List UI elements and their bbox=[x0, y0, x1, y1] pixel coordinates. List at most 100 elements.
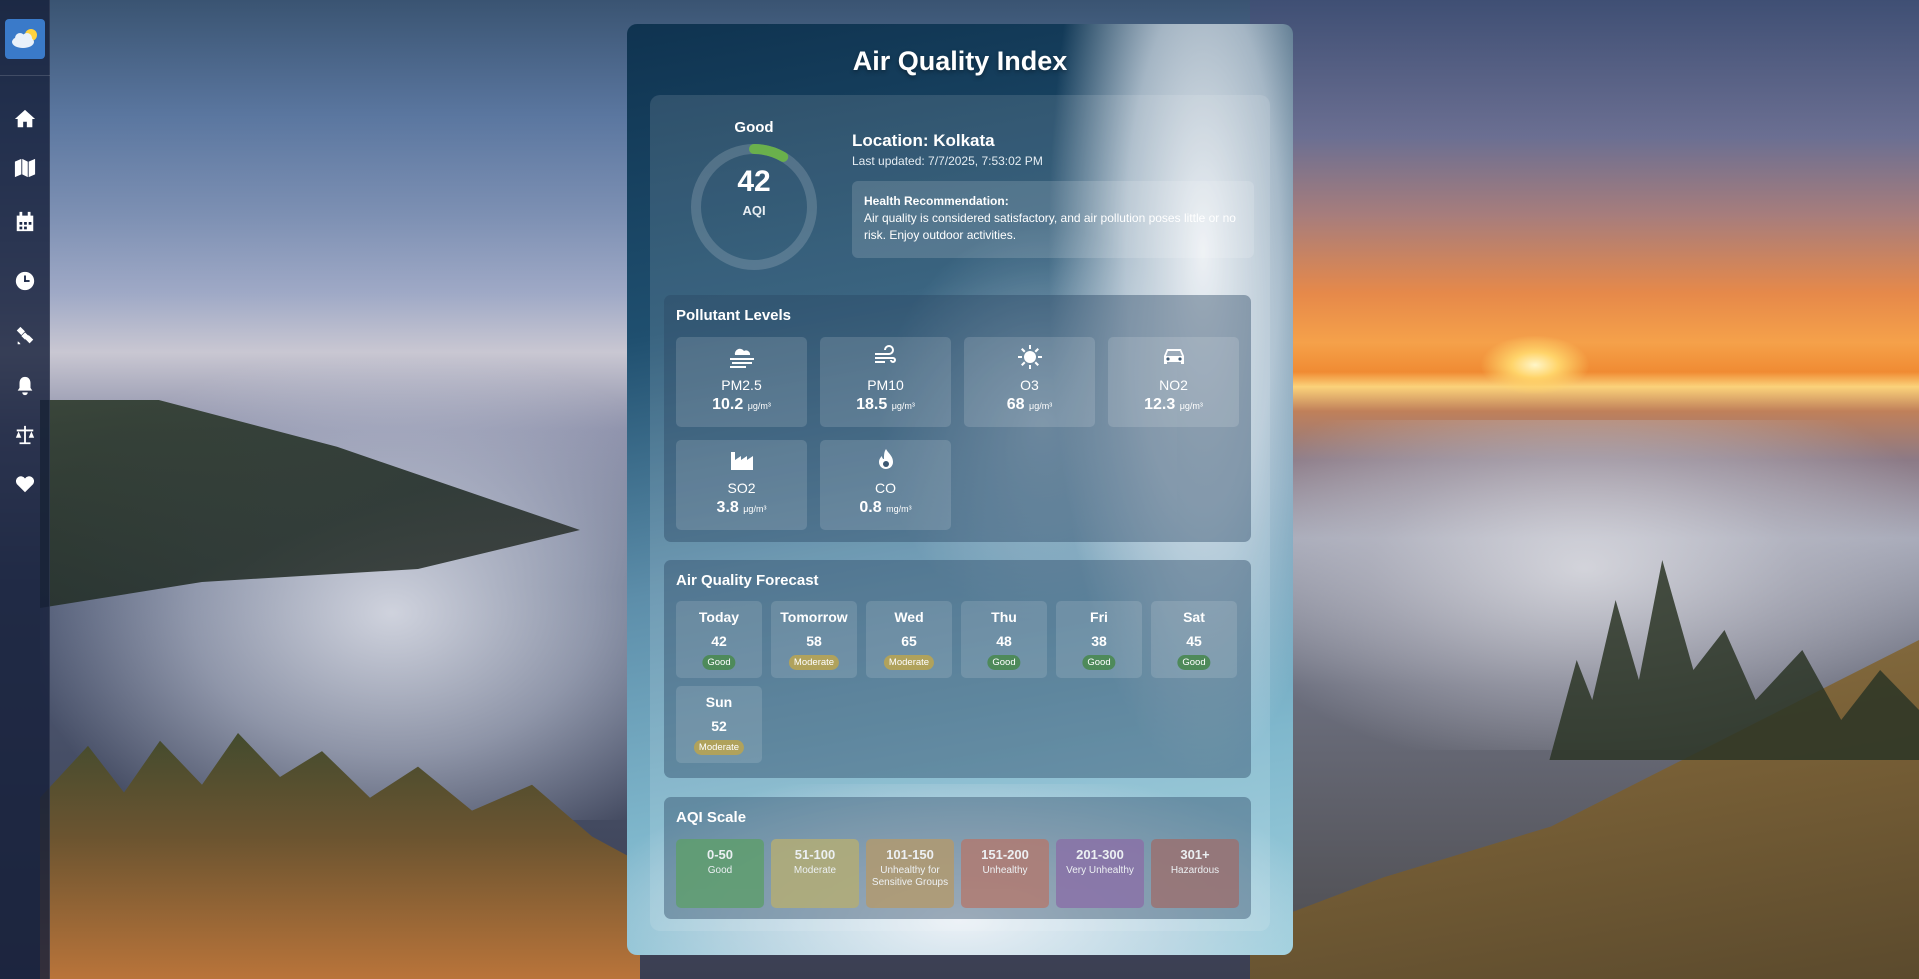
aqi-status: Good bbox=[734, 119, 774, 136]
aqi-card: Good 42 AQI Location: Kolkata Last updat… bbox=[650, 95, 1270, 931]
forecast-status-badge: Moderate bbox=[693, 740, 745, 755]
pollutant-tile: PM2.5 10.2 μg/m³ bbox=[676, 337, 807, 427]
scale-level-tile: 201-300 Very Unhealthy bbox=[1056, 839, 1144, 908]
pollutant-value: 18.5 μg/m³ bbox=[856, 396, 915, 413]
scale-label: Hazardous bbox=[1170, 865, 1220, 876]
pollutant-levels-section: Pollutant Levels PM2.5 10.2 μg/m³ PM10 1… bbox=[664, 295, 1251, 542]
sidebar-item-history[interactable] bbox=[0, 263, 50, 299]
forecast-day: Sun bbox=[705, 694, 733, 710]
forecast-day: Tomorrow bbox=[780, 609, 848, 625]
aqi-scale-title: AQI Scale bbox=[676, 809, 747, 826]
pollutant-tile: PM10 18.5 μg/m³ bbox=[820, 337, 951, 427]
scale-level-tile: 101-150 Unhealthy for Sensitive Groups bbox=[866, 839, 954, 908]
forecast-section: Air Quality Forecast Today 42 Good Tomor… bbox=[664, 560, 1251, 778]
scale-range: 101-150 bbox=[886, 847, 934, 862]
forecast-value: 42 bbox=[711, 633, 727, 649]
pollutant-tile: O3 68 μg/m³ bbox=[964, 337, 1095, 427]
health-recommendation: Health Recommendation: Air quality is co… bbox=[852, 181, 1254, 258]
clock-icon bbox=[15, 271, 35, 291]
pollutant-value: 3.8 μg/m³ bbox=[716, 499, 767, 516]
sidebar-divider bbox=[0, 75, 50, 76]
pollutant-value: 68 μg/m³ bbox=[1006, 396, 1053, 413]
pollutant-name: CO bbox=[875, 480, 896, 496]
sidebar-item-favorites[interactable] bbox=[0, 466, 50, 502]
scale-level-tile: 0-50 Good bbox=[676, 839, 764, 908]
forecast-day-tile: Today 42 Good bbox=[676, 601, 762, 678]
forecast-status-badge: Moderate bbox=[788, 655, 840, 670]
weather-cloud-sun-icon bbox=[12, 29, 37, 48]
last-updated: Last updated: 7/7/2025, 7:53:02 PM bbox=[852, 154, 1043, 168]
pollutant-value: 0.8 mg/m³ bbox=[859, 499, 912, 516]
pollutant-value: 10.2 μg/m³ bbox=[712, 396, 771, 413]
forecast-value: 65 bbox=[901, 633, 917, 649]
page-title: Air Quality Index bbox=[852, 46, 1068, 76]
pollutant-name: O3 bbox=[1020, 377, 1039, 393]
scale-balance-icon bbox=[15, 425, 35, 445]
forecast-day: Fri bbox=[1090, 609, 1108, 625]
sidebar-item-calendar[interactable] bbox=[0, 204, 50, 240]
sidebar-item-map[interactable] bbox=[0, 150, 50, 186]
forecast-value: 58 bbox=[806, 633, 822, 649]
scale-level-tile: 51-100 Moderate bbox=[771, 839, 859, 908]
forecast-status-badge: Good bbox=[987, 655, 1021, 670]
sidebar-item-satellite[interactable] bbox=[0, 318, 50, 354]
forecast-title: Air Quality Forecast bbox=[676, 572, 819, 589]
forecast-day: Thu bbox=[991, 609, 1017, 625]
scale-level-tile: 301+ Hazardous bbox=[1151, 839, 1239, 908]
scale-label: Unhealthy bbox=[982, 865, 1028, 876]
forecast-day: Today bbox=[698, 609, 740, 625]
pollutant-levels-title: Pollutant Levels bbox=[676, 307, 792, 324]
forecast-value: 52 bbox=[711, 718, 727, 734]
forecast-value: 45 bbox=[1186, 633, 1202, 649]
forecast-day: Wed bbox=[894, 609, 924, 625]
app-logo[interactable] bbox=[5, 19, 45, 59]
fire-icon bbox=[878, 449, 893, 469]
scale-range: 51-100 bbox=[794, 847, 836, 862]
car-icon bbox=[1163, 349, 1184, 364]
scale-level-tile: 151-200 Unhealthy bbox=[961, 839, 1049, 908]
wind-icon bbox=[874, 345, 896, 363]
calendar-icon bbox=[16, 211, 34, 232]
forecast-day-tile: Thu 48 Good bbox=[961, 601, 1047, 678]
pollutant-value: 12.3 μg/m³ bbox=[1144, 396, 1203, 413]
location-label: Location: Kolkata bbox=[852, 131, 995, 150]
aqi-scale-section: AQI Scale 0-50 Good 51-100 Moderate 101-… bbox=[664, 797, 1251, 919]
sidebar bbox=[0, 0, 50, 979]
smog-icon bbox=[729, 348, 754, 368]
forecast-status-badge: Good bbox=[1082, 655, 1116, 670]
bell-icon bbox=[17, 376, 33, 396]
health-text: Air quality is considered satisfactory, … bbox=[864, 211, 1236, 242]
heart-icon bbox=[15, 476, 35, 493]
forecast-day-tile: Wed 65 Moderate bbox=[866, 601, 952, 678]
scale-range: 201-300 bbox=[1076, 847, 1124, 862]
pollutant-name: PM10 bbox=[867, 377, 904, 393]
scale-range: 301+ bbox=[1180, 847, 1210, 862]
forecast-day-tile: Tomorrow 58 Moderate bbox=[771, 601, 857, 678]
sidebar-item-compare[interactable] bbox=[0, 417, 50, 453]
pollutant-tile: CO 0.8 mg/m³ bbox=[820, 440, 951, 530]
forecast-day: Sat bbox=[1183, 609, 1205, 625]
forecast-value: 48 bbox=[996, 633, 1012, 649]
pollutant-tile: NO2 12.3 μg/m³ bbox=[1108, 337, 1239, 427]
pollutant-name: NO2 bbox=[1159, 377, 1188, 393]
health-title: Health Recommendation: bbox=[864, 194, 1009, 208]
forecast-day-tile: Sun 52 Moderate bbox=[676, 686, 762, 763]
pollutant-tile: SO2 3.8 μg/m³ bbox=[676, 440, 807, 530]
forecast-status-badge: Moderate bbox=[883, 655, 935, 670]
sun-icon bbox=[1017, 345, 1042, 369]
forecast-value: 38 bbox=[1091, 633, 1107, 649]
aqi-gauge: Good 42 AQI bbox=[684, 119, 824, 279]
forecast-status-badge: Good bbox=[702, 655, 736, 670]
aqi-value: 42 bbox=[737, 165, 771, 198]
industry-icon bbox=[730, 452, 753, 470]
scale-label: Moderate bbox=[793, 865, 837, 876]
home-icon bbox=[14, 109, 36, 128]
scale-range: 151-200 bbox=[981, 847, 1029, 862]
sidebar-item-home[interactable] bbox=[0, 101, 50, 137]
scale-label: Very Unhealthy bbox=[1066, 865, 1134, 876]
scale-label: Unhealthy for Sensitive Groups bbox=[871, 865, 949, 888]
forecast-day-tile: Sat 45 Good bbox=[1151, 601, 1237, 678]
sidebar-item-alerts[interactable] bbox=[0, 368, 50, 404]
aqi-unit: AQI bbox=[742, 203, 766, 218]
aqi-panel: Air Quality Index Good 42 AQI Location: … bbox=[627, 24, 1293, 955]
